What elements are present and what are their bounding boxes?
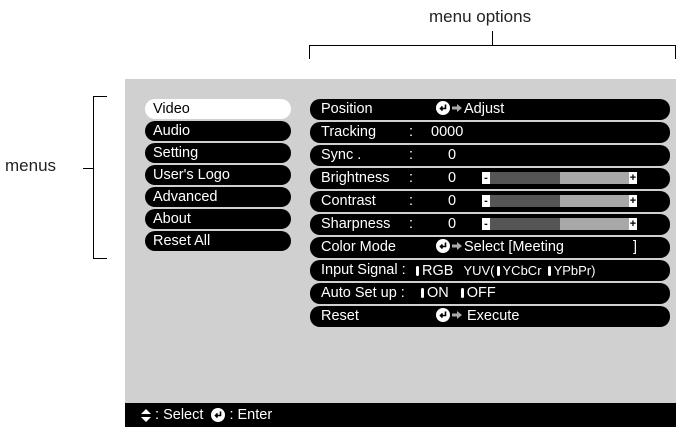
option-label: Auto Set up :: [321, 285, 405, 301]
arrow-right-icon: [452, 311, 462, 319]
slider-minus: -: [482, 172, 490, 184]
option-label: Brightness: [321, 170, 390, 186]
auto-setup-off[interactable]: OFF: [467, 285, 496, 301]
radio-icon[interactable]: [496, 266, 500, 276]
input-signal-ypbpr[interactable]: YPbPr): [554, 263, 596, 278]
contrast-slider[interactable]: - +: [482, 195, 637, 207]
option-color-mode[interactable]: Color Mode Select [Meeting ]: [310, 237, 670, 258]
menu-options-bracket-top: [309, 45, 676, 46]
menu-item-label: Reset All: [153, 233, 211, 249]
option-label: Position: [321, 101, 373, 117]
input-signal-yuv: YUV(: [463, 263, 495, 278]
menu-item-label: Setting: [153, 145, 199, 161]
option-value: 0: [448, 216, 457, 232]
arrow-right-icon: [452, 242, 462, 250]
menu-item-label: User's Logo: [153, 167, 230, 183]
input-signal-ycbcr[interactable]: YCbCr: [503, 263, 542, 278]
arrow-right-icon: [452, 104, 462, 112]
option-label: Sharpness: [321, 216, 391, 232]
radio-icon[interactable]: [460, 288, 464, 298]
option-value: 0: [448, 193, 457, 209]
menu-item-video[interactable]: Video: [145, 99, 291, 119]
menu-item-about[interactable]: About: [145, 209, 291, 229]
option-label: Reset: [321, 308, 359, 324]
option-reset[interactable]: Reset Execute: [310, 306, 670, 327]
slider-minus: -: [482, 218, 490, 230]
menu-options-bracket-left: [309, 45, 310, 59]
enter-hint: : Enter: [229, 407, 273, 423]
option-auto-setup[interactable]: Auto Set up : ON OFF: [310, 283, 670, 304]
radio-icon[interactable]: [421, 288, 424, 298]
option-value-group: Adjust: [436, 99, 504, 120]
slider-plus: +: [629, 218, 637, 230]
input-signal-choices: RGB YUV( YCbCr YPbPr): [414, 260, 595, 281]
radio-icon[interactable]: [547, 266, 551, 276]
menu-item-users-logo[interactable]: User's Logo: [145, 165, 291, 185]
enter-icon: [436, 239, 450, 253]
slider-fill: [490, 195, 560, 207]
color-mode-close-bracket: ]: [633, 239, 638, 255]
option-position[interactable]: Position Adjust: [310, 99, 670, 120]
option-colon: :: [409, 170, 414, 186]
slider-plus: +: [629, 195, 637, 207]
menu-item-reset-all[interactable]: Reset All: [145, 231, 291, 251]
option-value: Execute: [467, 308, 520, 324]
menus-bracket-vertical: [93, 96, 94, 259]
projector-menu-screen: Video Audio Setting User's Logo Advanced…: [125, 79, 676, 427]
menu-item-audio[interactable]: Audio: [145, 121, 291, 141]
input-signal-rgb[interactable]: RGB: [422, 263, 453, 279]
menu-list: Video Audio Setting User's Logo Advanced…: [145, 99, 291, 253]
menu-item-label: Advanced: [153, 189, 218, 205]
option-label: Sync .: [321, 147, 362, 163]
option-label: Color Mode: [321, 239, 396, 255]
enter-icon: [436, 101, 450, 115]
select-hint: : Select: [155, 407, 204, 423]
option-value: 0000: [431, 124, 464, 140]
menu-item-label: Video: [153, 101, 190, 117]
up-down-icon: [141, 408, 151, 422]
option-sync[interactable]: Sync . : 0: [310, 145, 670, 166]
brightness-slider[interactable]: - +: [482, 172, 637, 184]
option-value: 0: [448, 147, 457, 163]
enter-icon: [211, 408, 226, 423]
option-value: 0: [448, 170, 457, 186]
option-sharpness[interactable]: Sharpness : 0 - +: [310, 214, 670, 235]
auto-setup-on[interactable]: ON: [427, 285, 449, 301]
option-label: Input Signal :: [321, 262, 406, 278]
options-list: Position Adjust Tracking : 0000 Sync . :…: [310, 99, 670, 329]
slider-fill: [490, 218, 560, 230]
option-value: Select [Meeting: [464, 239, 564, 255]
option-label: Tracking: [321, 124, 377, 140]
option-colon: :: [409, 216, 414, 232]
radio-icon[interactable]: [416, 266, 419, 276]
enter-icon: [436, 308, 450, 322]
menus-bracket-top: [93, 96, 107, 97]
menu-options-label: menu options: [429, 7, 532, 26]
auto-setup-choices: ON OFF: [419, 283, 496, 304]
option-value-group: Execute: [436, 306, 519, 327]
option-value-group: Select [Meeting: [436, 237, 564, 258]
option-colon: :: [409, 147, 414, 163]
slider-plus: +: [629, 172, 637, 184]
option-tracking[interactable]: Tracking : 0000: [310, 122, 670, 143]
menu-item-label: Audio: [153, 123, 191, 139]
option-colon: :: [409, 193, 414, 209]
slider-minus: -: [482, 195, 490, 207]
option-input-signal[interactable]: Input Signal : RGB YUV( YCbCr YPbPr): [310, 260, 670, 281]
option-brightness[interactable]: Brightness : 0 - +: [310, 168, 670, 189]
slider-fill: [490, 172, 560, 184]
option-value: Adjust: [464, 101, 505, 117]
option-label: Contrast: [321, 193, 376, 209]
sharpness-slider[interactable]: - +: [482, 218, 637, 230]
menu-item-advanced[interactable]: Advanced: [145, 187, 291, 207]
menu-item-label: About: [153, 211, 191, 227]
menu-options-bracket-stem: [492, 31, 493, 46]
menus-bracket-bottom: [93, 258, 107, 259]
menus-label: menus: [5, 156, 57, 175]
option-contrast[interactable]: Contrast : 0 - +: [310, 191, 670, 212]
bottom-help-bar: : Select : Enter: [125, 403, 676, 427]
menu-item-setting[interactable]: Setting: [145, 143, 291, 163]
option-colon: :: [409, 124, 414, 140]
